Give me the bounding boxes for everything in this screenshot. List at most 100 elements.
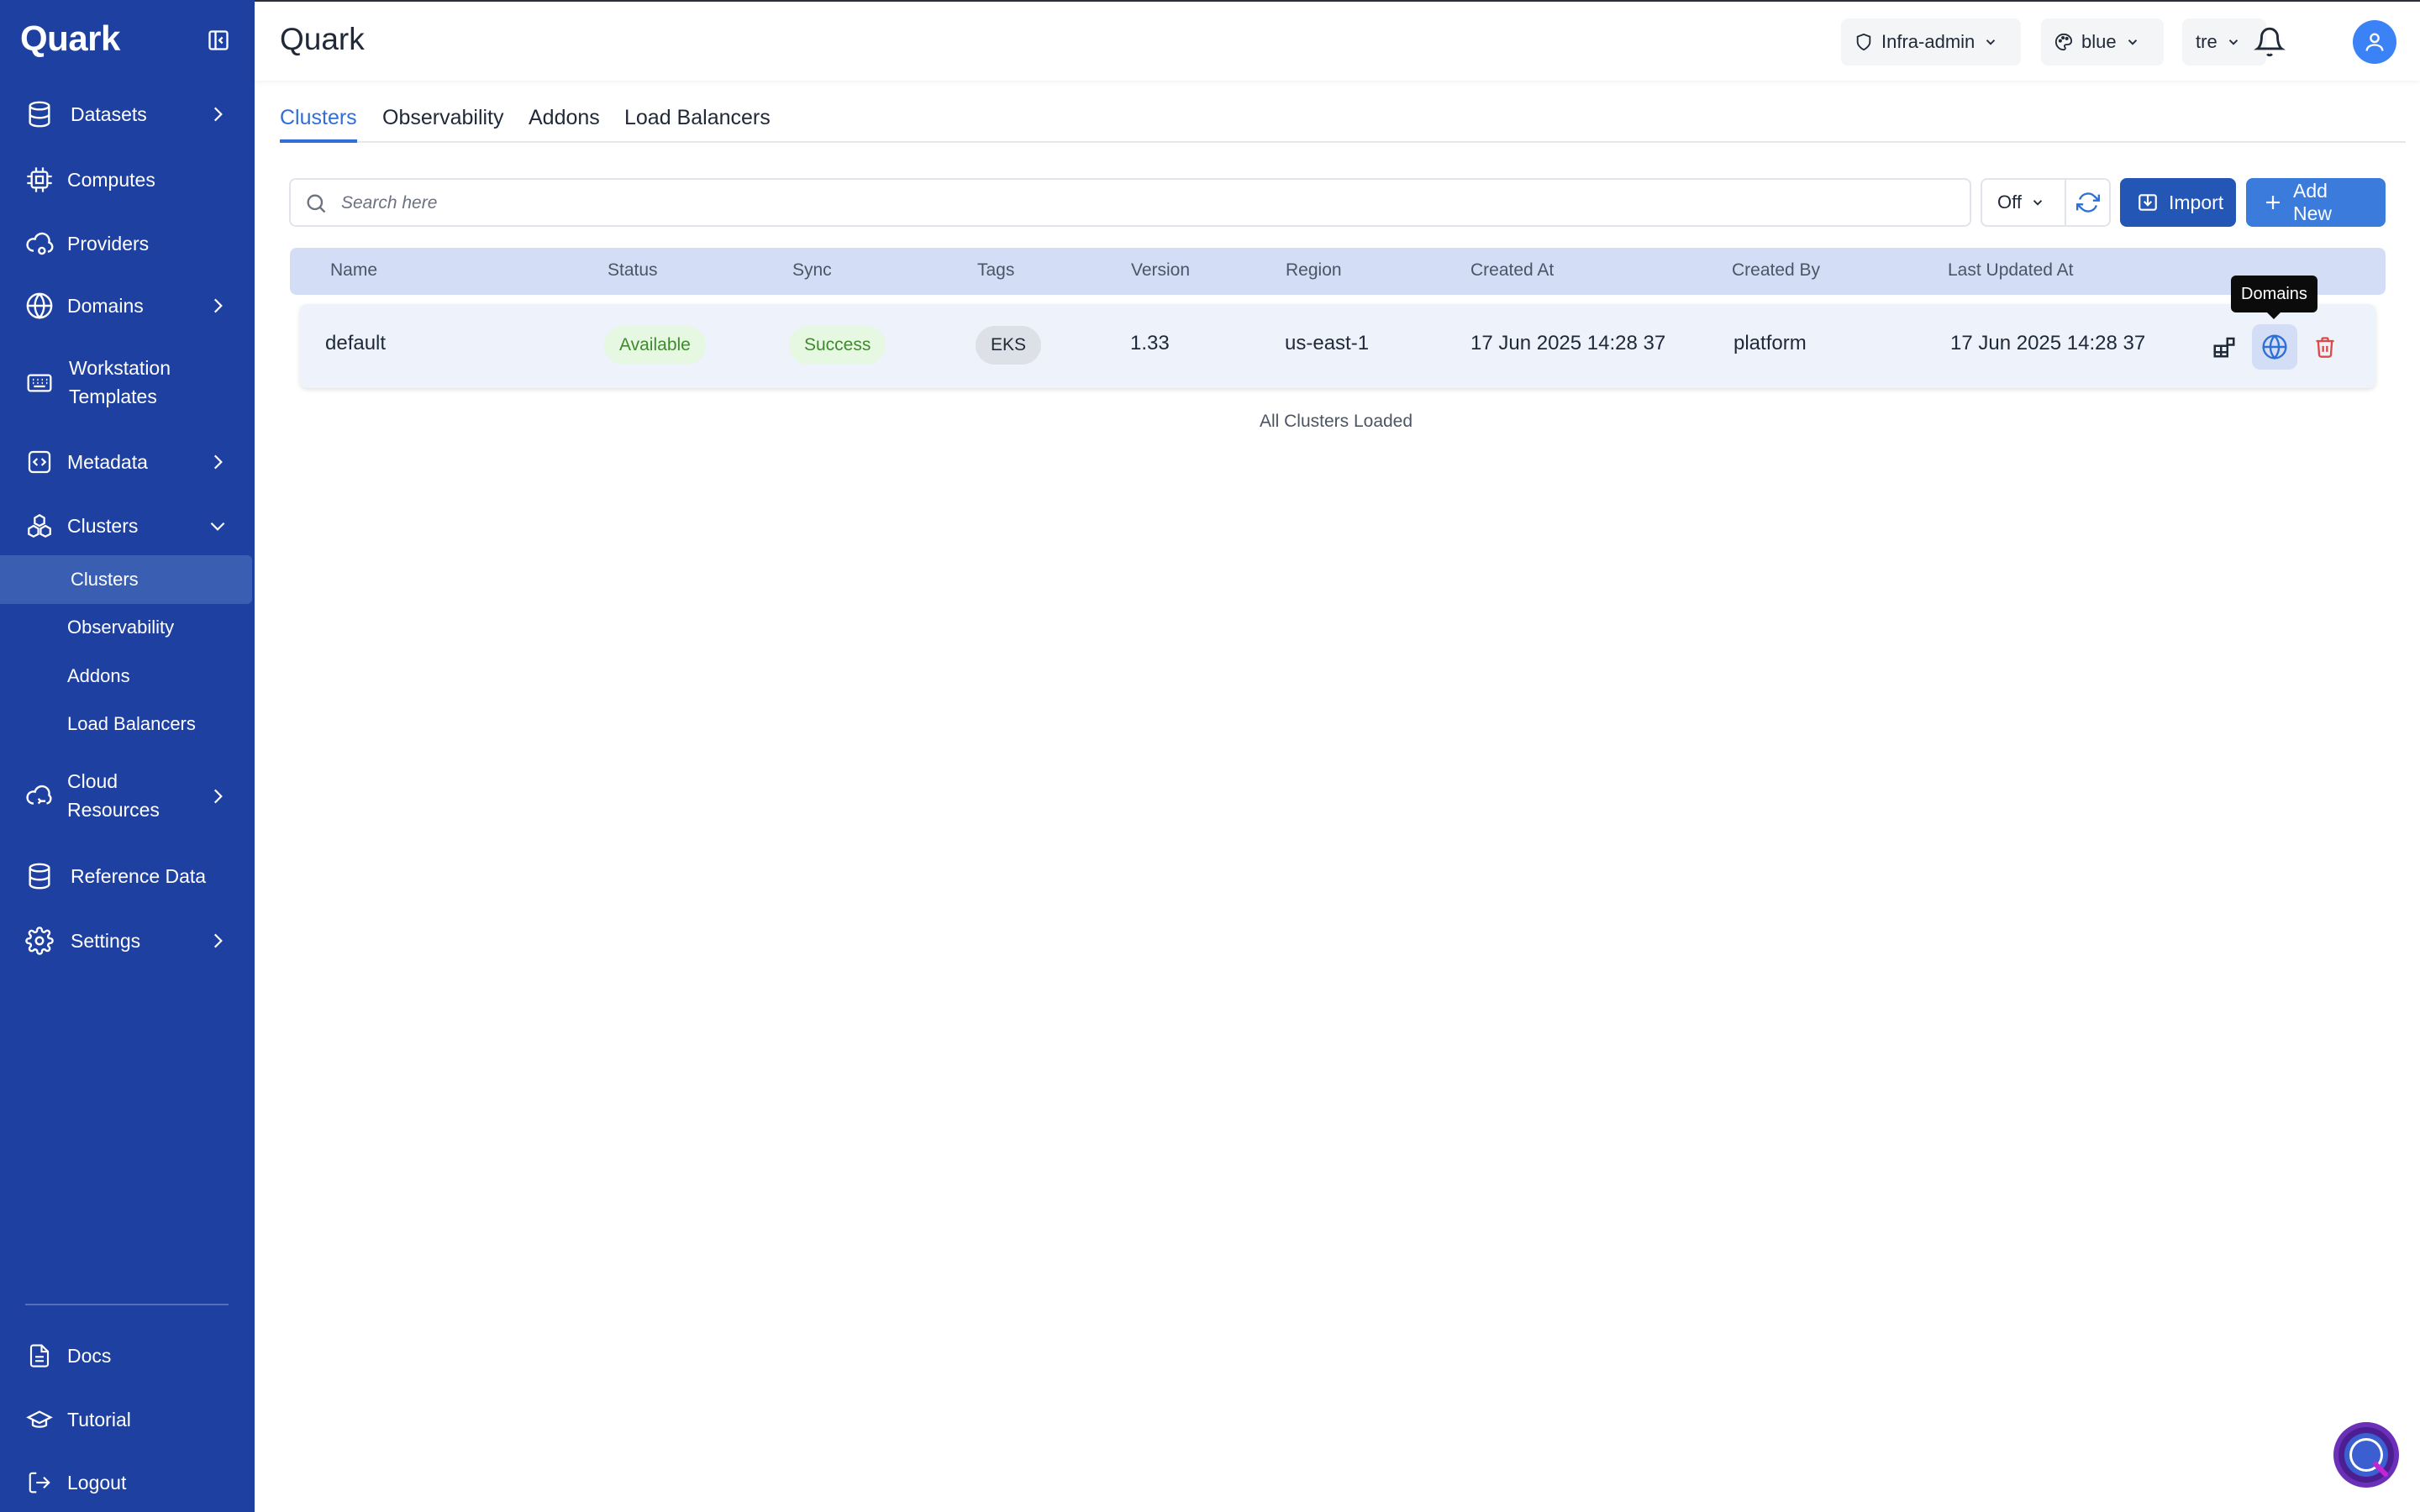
sidebar-item-reference-data[interactable]: Reference Data	[0, 861, 255, 891]
cluster-icon	[25, 512, 54, 540]
sidebar-item-tutorial[interactable]: Tutorial	[0, 1404, 255, 1435]
auto-refresh-group: Off	[1981, 178, 2111, 227]
status-badge: Available	[604, 326, 706, 365]
database-icon	[25, 862, 54, 890]
column-header-status[interactable]: Status	[608, 260, 658, 281]
sidebar-item-cloud-resources[interactable]: Cloud Resources	[0, 768, 255, 825]
tab-load-balancers[interactable]: Load Balancers	[624, 106, 771, 143]
column-header-created-at[interactable]: Created At	[1470, 260, 1554, 281]
sidebar-item-docs[interactable]: Docs	[0, 1341, 255, 1371]
auto-refresh-value: Off	[1997, 192, 2022, 213]
sidebar-item-computes[interactable]: Computes	[0, 165, 255, 195]
column-header-sync[interactable]: Sync	[792, 260, 832, 281]
sidebar-item-workstation-templates[interactable]: Workstation Templates	[0, 354, 255, 412]
sidebar-item-label: Domains	[67, 294, 144, 317]
cell-region: us-east-1	[1285, 332, 1370, 354]
bell-icon[interactable]	[2254, 25, 2286, 59]
sidebar-item-label: Computes	[67, 168, 155, 191]
addons-button[interactable]	[2202, 324, 2247, 370]
sidebar-subitem-clusters[interactable]: Clusters	[0, 555, 252, 604]
import-icon	[2137, 192, 2159, 213]
cell-created-at: 17 Jun 2025 14:28 37	[1470, 332, 1666, 354]
sidebar-divider	[25, 1304, 229, 1305]
tenant-label: tre	[2196, 31, 2217, 52]
cell-created-by: platform	[1733, 332, 1807, 354]
sidebar-item-label: Tutorial	[67, 1408, 131, 1431]
chevron-right-icon	[207, 451, 229, 473]
sidebar-subitem-label: Clusters	[71, 569, 139, 590]
theme-label: blue	[2081, 31, 2117, 52]
sidebar-item-datasets[interactable]: Datasets	[0, 99, 255, 129]
cell-version: 1.33	[1130, 332, 1170, 354]
column-header-created-by[interactable]: Created By	[1732, 260, 1820, 281]
chevron-right-icon	[207, 103, 229, 125]
table-header: Name Status Sync Tags Version Region Cre…	[290, 248, 2386, 295]
sidebar-item-label: Logout	[67, 1471, 127, 1494]
globe-icon	[2261, 333, 2288, 360]
domains-button[interactable]	[2252, 324, 2297, 370]
column-header-tags[interactable]: Tags	[977, 260, 1014, 281]
keyboard-icon	[25, 369, 54, 397]
tab-observability[interactable]: Observability	[382, 106, 504, 143]
tag-badge: EKS	[976, 326, 1042, 365]
refresh-icon	[2076, 191, 2100, 214]
sidebar-item-label: Settings	[71, 929, 141, 952]
sidebar-subitem-label: Observability	[67, 617, 175, 638]
refresh-button[interactable]	[2066, 180, 2110, 225]
sidebar-item-label: Docs	[67, 1344, 112, 1367]
search-icon	[304, 192, 328, 215]
sidebar-item-label: Reference Data	[71, 864, 207, 887]
sidebar-item-settings[interactable]: Settings	[0, 926, 255, 956]
chevron-right-icon	[207, 295, 229, 317]
palette-icon	[2054, 33, 2073, 51]
sidebar-item-providers[interactable]: Providers	[0, 228, 255, 259]
tab-addons[interactable]: Addons	[529, 106, 600, 143]
sidebar-item-label: Providers	[67, 232, 150, 255]
column-header-version[interactable]: Version	[1131, 260, 1190, 281]
search-input[interactable]	[341, 188, 1938, 218]
import-button[interactable]: Import	[2120, 178, 2236, 227]
chevron-down-icon	[207, 515, 229, 537]
domains-tooltip: Domains	[2231, 276, 2317, 319]
collapse-sidebar-icon[interactable]	[207, 29, 230, 52]
gear-icon	[25, 927, 54, 955]
chat-assistant-button[interactable]	[2333, 1422, 2399, 1488]
sidebar-item-logout[interactable]: Logout	[0, 1467, 255, 1498]
database-icon	[25, 100, 54, 129]
sidebar-subitem-observability[interactable]: Observability	[0, 603, 255, 652]
sidebar-item-label-line2: Templates	[69, 386, 157, 407]
chat-bubble-icon	[2337, 1425, 2396, 1484]
table-row[interactable]: default Available Success EKS 1.33 us-ea…	[300, 304, 2375, 388]
grid-add-icon	[2212, 334, 2237, 360]
plus-icon	[2263, 192, 2283, 213]
user-icon	[2363, 30, 2386, 54]
sidebar-item-clusters[interactable]: Clusters	[0, 511, 255, 541]
sidebar-item-metadata[interactable]: Metadata	[0, 447, 255, 477]
sidebar-subitem-addons[interactable]: Addons	[0, 652, 255, 701]
column-header-region[interactable]: Region	[1286, 260, 1342, 281]
auto-refresh-select[interactable]: Off	[1982, 180, 2066, 225]
brand-logo[interactable]: Quark	[20, 18, 120, 59]
delete-button[interactable]	[2302, 324, 2348, 370]
trash-icon	[2313, 335, 2337, 359]
column-header-name[interactable]: Name	[330, 260, 377, 281]
tab-clusters[interactable]: Clusters	[280, 106, 357, 143]
sidebar-subitem-label: Load Balancers	[67, 713, 196, 734]
sidebar-subitem-load-balancers[interactable]: Load Balancers	[0, 700, 255, 748]
top-header: Quark Infra-admin blue tre	[255, 0, 2420, 81]
sidebar-item-domains[interactable]: Domains	[0, 291, 255, 321]
avatar[interactable]	[2353, 20, 2396, 64]
cell-last-updated-at: 17 Jun 2025 14:28 37	[1950, 332, 2146, 354]
sidebar-subitem-label: Addons	[67, 665, 130, 686]
add-new-button[interactable]: Add New	[2246, 178, 2386, 227]
role-selector[interactable]: Infra-admin	[1841, 18, 2021, 66]
code-icon	[25, 448, 54, 476]
tab-bar: Clusters Observability Addons Load Balan…	[280, 106, 2406, 143]
column-header-last-updated-at[interactable]: Last Updated At	[1948, 260, 2073, 281]
cell-name: default	[325, 332, 387, 354]
sidebar-item-label: Metadata	[67, 450, 148, 473]
chevron-down-icon	[2125, 34, 2140, 50]
theme-selector[interactable]: blue	[2041, 18, 2164, 66]
sidebar: Quark Datasets Computes Providers Domain…	[0, 0, 255, 1512]
role-label: Infra-admin	[1881, 31, 1975, 52]
